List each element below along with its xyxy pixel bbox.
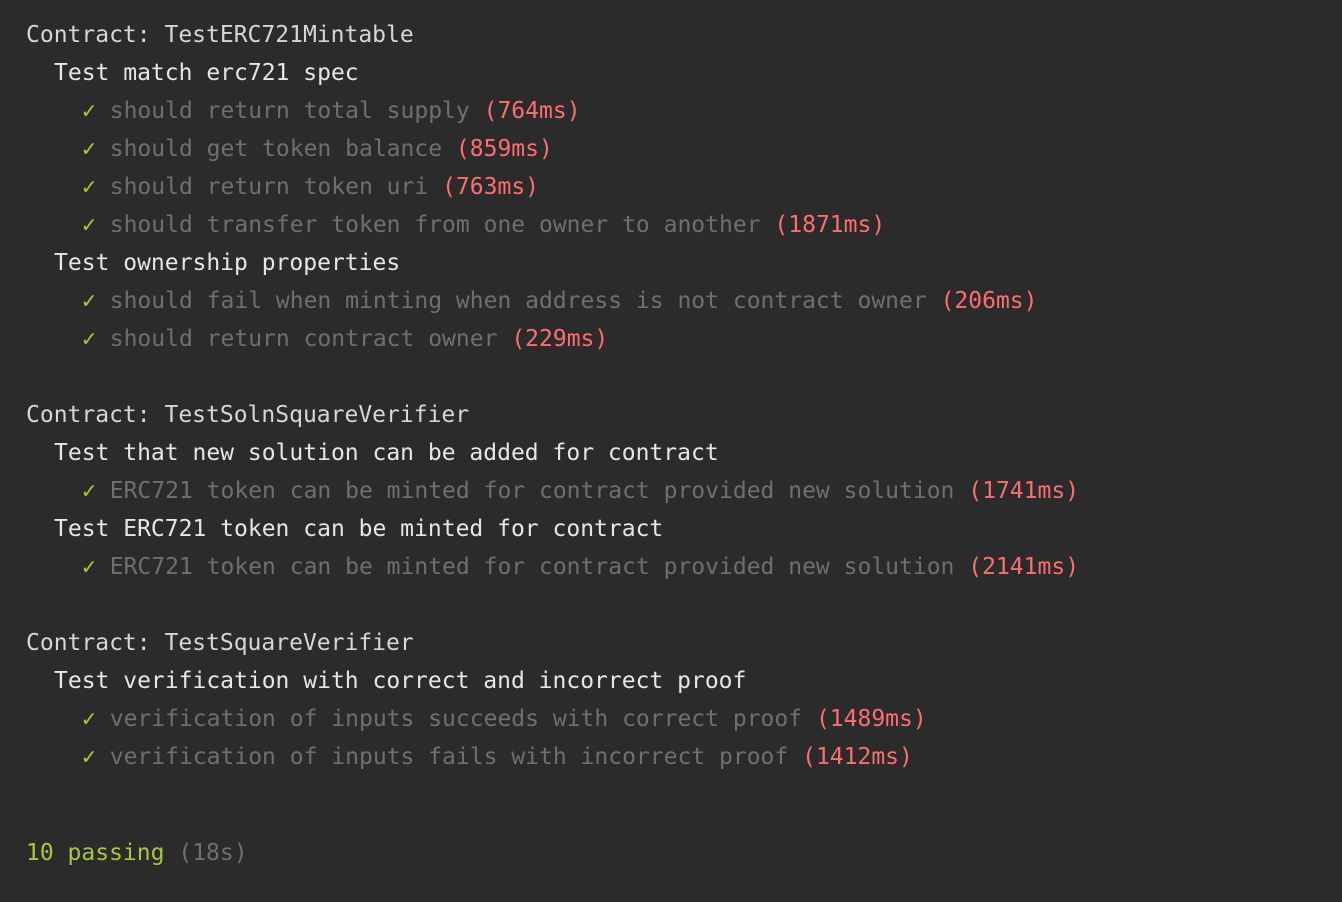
test-result-row: ✓ should return total supply (764ms)	[26, 92, 1342, 130]
terminal-output: Contract: TestERC721Mintable Test match e…	[0, 0, 1342, 872]
test-title: should get token balance	[109, 136, 443, 162]
checkmark-icon: ✓	[82, 136, 96, 162]
test-result-row: ✓ ERC721 token can be minted for contrac…	[26, 472, 1342, 510]
test-title: should return total supply	[109, 98, 470, 124]
test-title: ERC721 token can be minted for contract …	[109, 478, 955, 504]
checkmark-icon: ✓	[82, 744, 96, 770]
test-duration: (1871ms)	[774, 212, 886, 238]
test-duration: (206ms)	[940, 288, 1038, 314]
test-result-row: ✓ verification of inputs succeeds with c…	[26, 700, 1342, 738]
test-title: verification of inputs succeeds with cor…	[109, 706, 803, 732]
checkmark-icon: ✓	[82, 212, 96, 238]
checkmark-icon: ✓	[82, 174, 96, 200]
test-result-row: ✓ should return token uri (763ms)	[26, 168, 1342, 206]
test-duration: (1741ms)	[968, 478, 1080, 504]
passing-count: 10 passing	[26, 840, 165, 866]
test-title: ERC721 token can be minted for contract …	[109, 554, 955, 580]
test-duration: (2141ms)	[968, 554, 1080, 580]
test-result-row: ✓ should transfer token from one owner t…	[26, 206, 1342, 244]
test-duration: (1412ms)	[802, 744, 913, 770]
test-duration: (764ms)	[483, 98, 581, 124]
suite-title: Test match erc721 spec	[54, 60, 359, 86]
contract-title: Contract: TestSolnSquareVerifier	[26, 402, 470, 428]
test-duration: (859ms)	[455, 136, 553, 162]
checkmark-icon: ✓	[82, 478, 96, 504]
test-summary: 10 passing (18s)	[26, 834, 1342, 872]
test-duration: (229ms)	[511, 326, 609, 352]
suite-title: Test that new solution can be added for …	[54, 440, 719, 466]
suite-title: Test ERC721 token can be minted for cont…	[54, 516, 664, 542]
suite-title: Test verification with correct and incor…	[54, 668, 747, 694]
test-report: Contract: TestERC721Mintable Test match e…	[26, 16, 1342, 776]
test-duration: (763ms)	[442, 174, 540, 200]
checkmark-icon: ✓	[82, 706, 96, 732]
checkmark-icon: ✓	[82, 554, 96, 580]
test-title: should fail when minting when address is…	[109, 288, 927, 314]
test-duration: (1489ms)	[815, 706, 927, 732]
checkmark-icon: ✓	[82, 326, 96, 352]
test-result-row: ✓ verification of inputs fails with inco…	[26, 738, 1342, 776]
suite-title: Test ownership properties	[54, 250, 401, 276]
total-time: (18s)	[178, 840, 248, 866]
test-title: should return token uri	[109, 174, 429, 200]
test-result-row: ✓ should return contract owner (229ms)	[26, 320, 1342, 358]
contract-title: Contract: TestSquareVerifier	[26, 630, 414, 656]
test-result-row: ✓ ERC721 token can be minted for contrac…	[26, 548, 1342, 586]
test-title: should return contract owner	[109, 326, 498, 352]
test-result-row: ✓ should get token balance (859ms)	[26, 130, 1342, 168]
test-title: should transfer token from one owner to …	[109, 212, 761, 238]
test-result-row: ✓ should fail when minting when address …	[26, 282, 1342, 320]
contract-title: Contract: TestERC721Mintable	[26, 22, 414, 48]
checkmark-icon: ✓	[82, 288, 96, 314]
test-title: verification of inputs fails with incorr…	[109, 744, 789, 770]
checkmark-icon: ✓	[82, 98, 96, 124]
